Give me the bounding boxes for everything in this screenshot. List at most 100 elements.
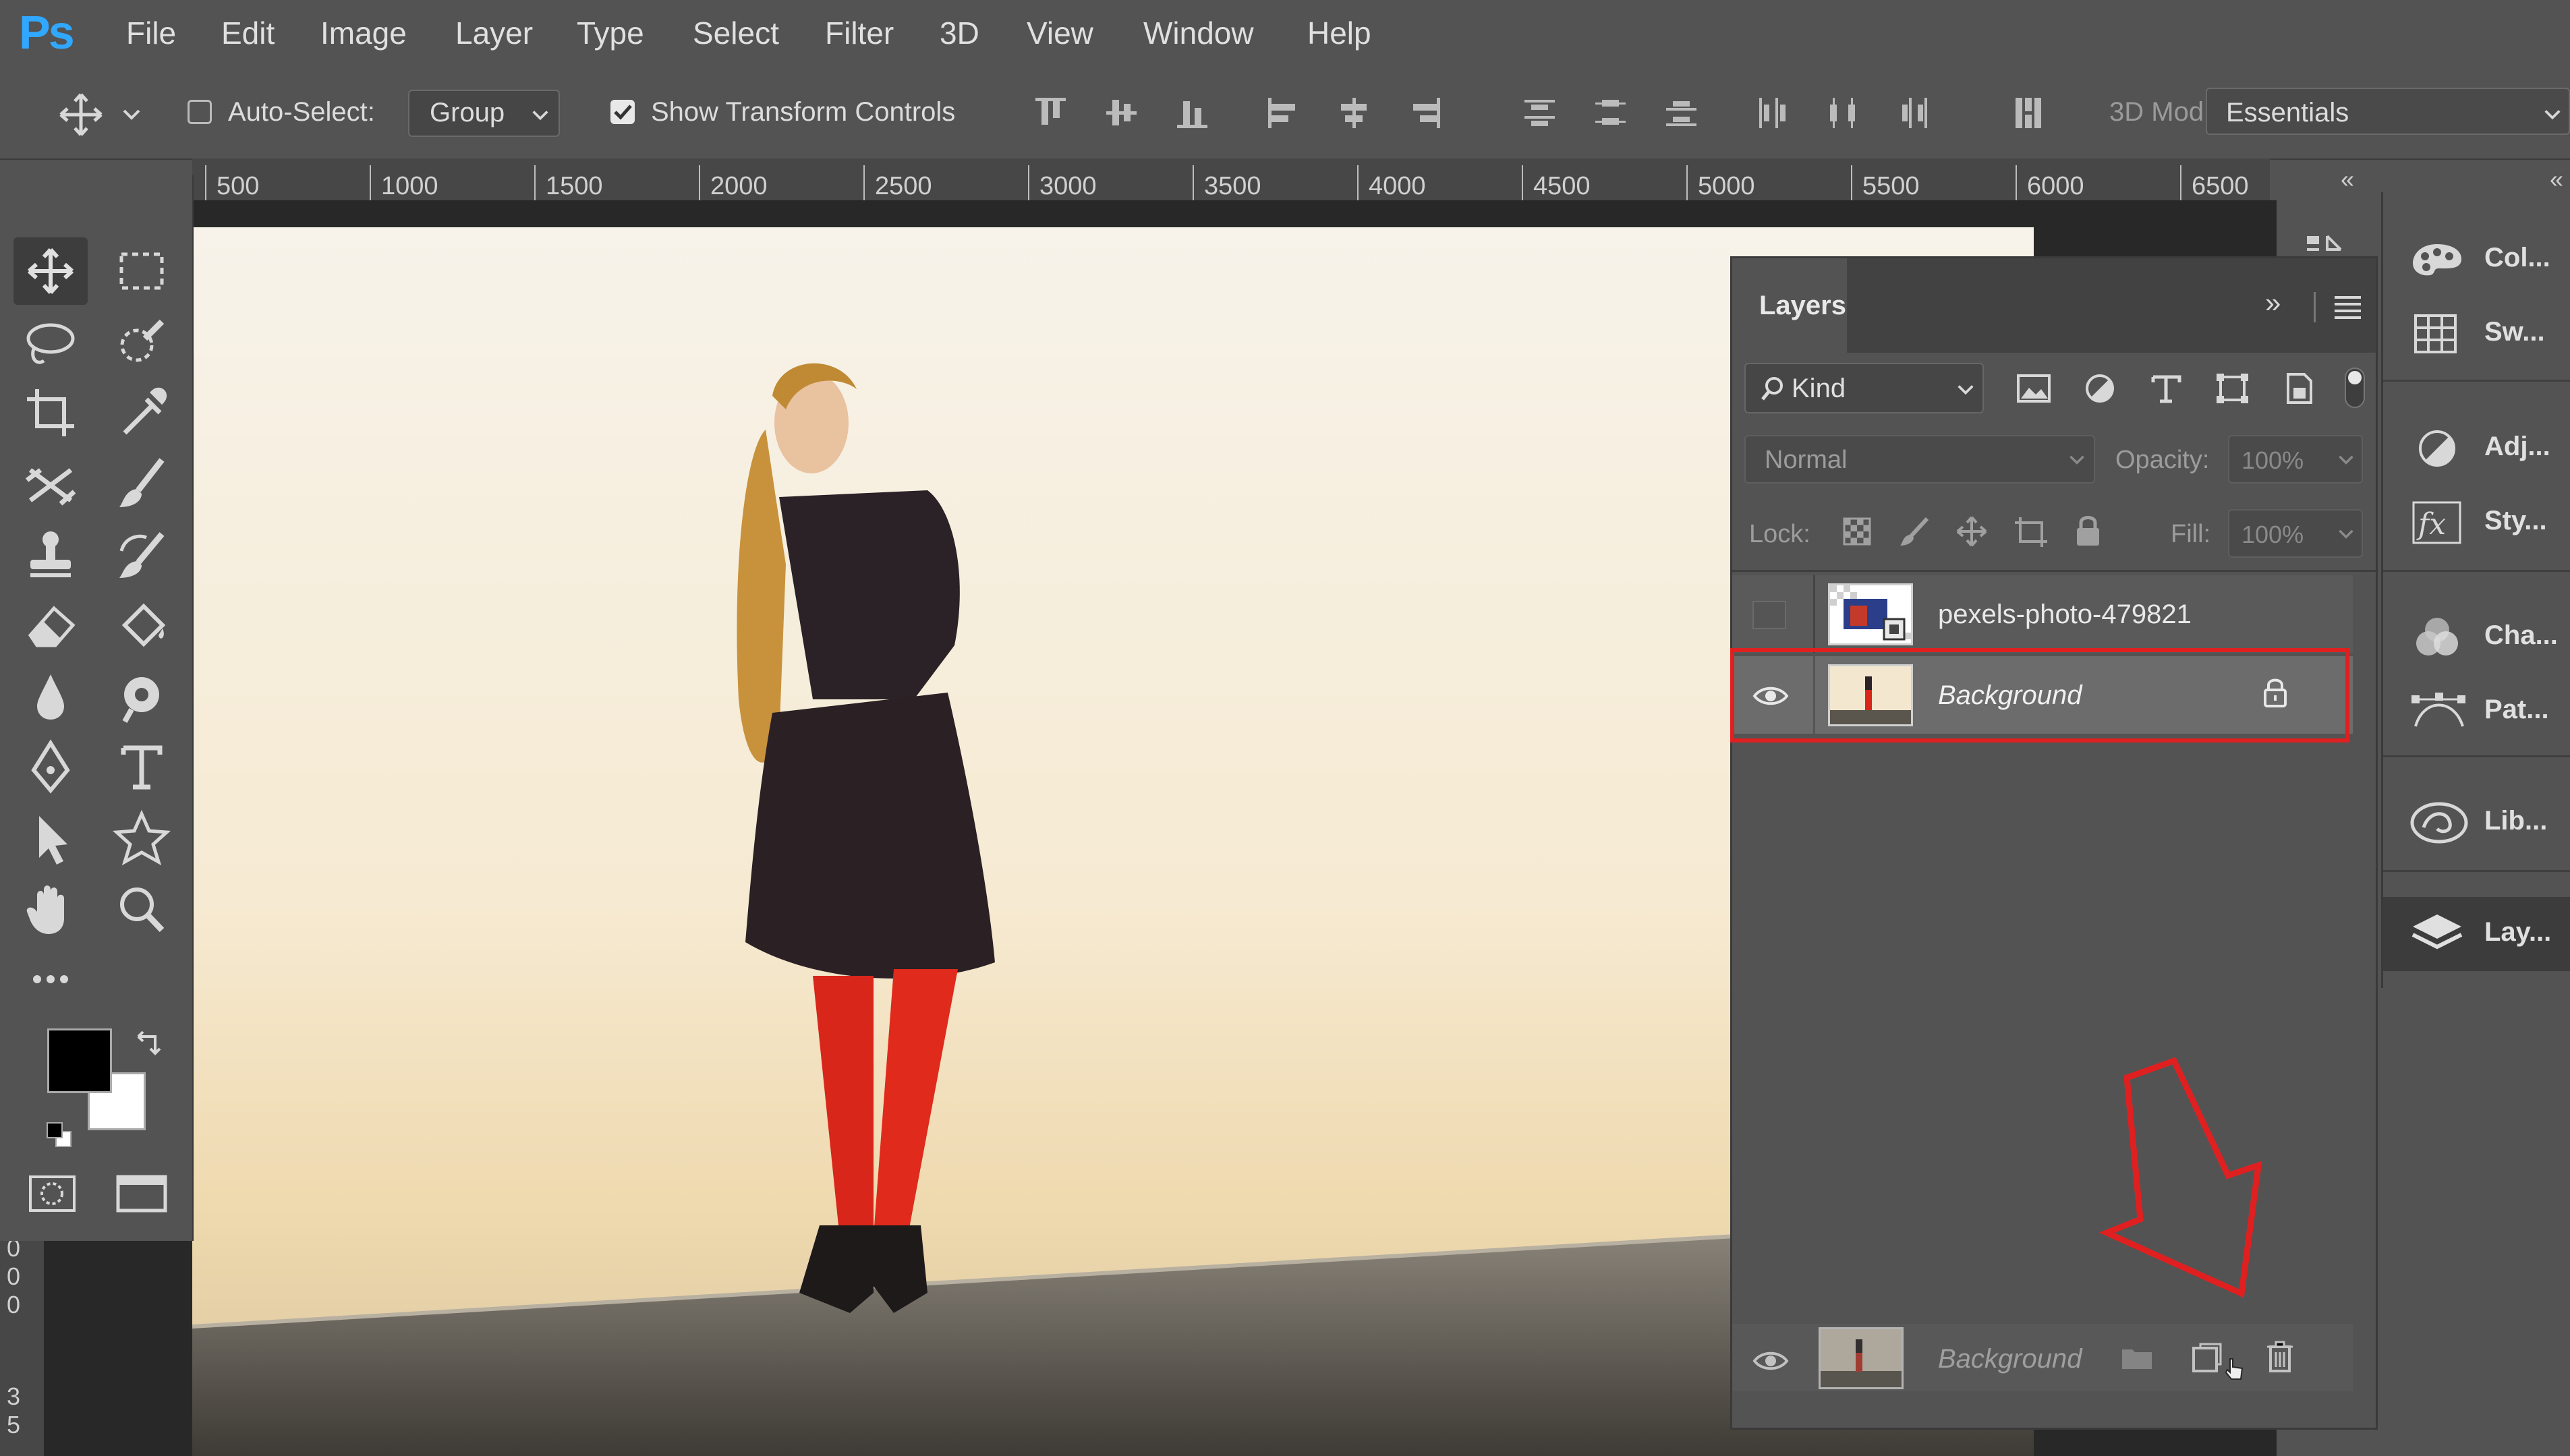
swap-colors-icon[interactable]: [132, 1026, 165, 1060]
collapse-double-chevron-icon[interactable]: »: [2265, 287, 2281, 319]
distribute-bottom-icon[interactable]: [1663, 94, 1700, 132]
lock-label: Lock:: [1749, 520, 1810, 548]
distribute-vcenter-icon[interactable]: [1592, 94, 1629, 132]
layer-row[interactable]: pexels-photo-479821: [1732, 575, 2353, 653]
menu-image[interactable]: Image: [320, 15, 407, 51]
menu-type[interactable]: Type: [577, 15, 644, 51]
distribute-left-icon[interactable]: [1754, 94, 1791, 132]
collapse-dock-icon[interactable]: «: [2550, 165, 2563, 194]
quick-mask-icon[interactable]: [27, 1173, 78, 1214]
menu-edit[interactable]: Edit: [221, 15, 275, 51]
hand-tool-icon[interactable]: [13, 875, 88, 942]
eyedropper-tool-icon[interactable]: [105, 379, 179, 446]
pen-tool-icon[interactable]: [13, 733, 88, 800]
healing-brush-tool-icon[interactable]: [13, 450, 88, 517]
history-brush-tool-icon[interactable]: [105, 521, 179, 588]
menu-view[interactable]: View: [1027, 15, 1093, 51]
dock-item-paths[interactable]: Pat...: [2383, 674, 2570, 749]
dock-item-channels[interactable]: Cha...: [2383, 600, 2570, 674]
move-tool-icon[interactable]: [57, 91, 105, 138]
fill-field[interactable]: 100%: [2228, 509, 2363, 558]
menu-filter[interactable]: Filter: [825, 15, 894, 51]
lock-transparency-icon[interactable]: [1840, 515, 1874, 548]
adjustments-icon: [2417, 428, 2457, 469]
shape-layer-filter-icon[interactable]: [2214, 372, 2251, 405]
path-selection-tool-icon[interactable]: [13, 804, 88, 871]
tab-layers[interactable]: Layers: [1732, 258, 1847, 353]
auto-select-checkbox[interactable]: [188, 100, 212, 124]
dock-label: Lib...: [2484, 806, 2548, 836]
panel-dock: Col... Sw... Adj... fx Sty... Cha... Pat…: [2381, 192, 2570, 988]
delete-layer-trash-icon[interactable]: [2265, 1339, 2295, 1374]
screen-mode-icon[interactable]: [115, 1173, 169, 1214]
align-top-icon[interactable]: [1032, 94, 1069, 132]
show-transform-checkbox[interactable]: [610, 100, 635, 124]
lock-pixels-brush-icon[interactable]: [1897, 515, 1931, 548]
new-group-folder-icon[interactable]: [2120, 1344, 2154, 1371]
collapse-panels-icon[interactable]: «: [2341, 165, 2354, 194]
dock-item-color[interactable]: Col...: [2383, 223, 2570, 297]
type-tool-icon[interactable]: [105, 733, 179, 800]
menu-help[interactable]: Help: [1307, 15, 1371, 51]
menu-file[interactable]: File: [126, 15, 176, 51]
align-right-icon[interactable]: [1406, 94, 1444, 132]
menu-layer[interactable]: Layer: [455, 15, 533, 51]
svg-text:fx: fx: [2416, 507, 2446, 542]
opacity-field[interactable]: 100%: [2228, 435, 2363, 484]
menu-select[interactable]: Select: [693, 15, 779, 51]
layer-filter-dropdown[interactable]: Kind: [1744, 363, 1984, 413]
new-layer-icon[interactable]: [2191, 1343, 2223, 1374]
clone-stamp-tool-icon[interactable]: [13, 521, 88, 588]
align-left-icon[interactable]: [1265, 94, 1302, 132]
dock-item-layers-active[interactable]: Lay...: [2383, 897, 2570, 971]
marquee-tool-icon[interactable]: [105, 237, 179, 305]
distribute-right-icon[interactable]: [1895, 94, 1933, 132]
default-colors-icon[interactable]: [44, 1119, 74, 1150]
blur-tool-icon[interactable]: [13, 662, 88, 730]
blend-mode-dropdown[interactable]: Normal: [1744, 435, 2095, 484]
ruler-tick: 5500: [1862, 172, 1920, 200]
workspace-dropdown[interactable]: Essentials: [2206, 88, 2570, 135]
type-layer-filter-icon[interactable]: [2148, 372, 2185, 405]
custom-shape-tool-icon[interactable]: [105, 804, 179, 871]
crop-tool-icon[interactable]: [13, 379, 88, 446]
move-tool[interactable]: [13, 237, 88, 305]
distribute-hcenter-icon[interactable]: [1825, 94, 1862, 132]
menu-window[interactable]: Window: [1143, 15, 1254, 51]
panel-menu-icon[interactable]: [2333, 293, 2363, 320]
lasso-tool-icon[interactable]: [13, 308, 88, 376]
align-bottom-icon[interactable]: [1174, 94, 1211, 132]
ruler-tick: 3: [7, 1382, 21, 1410]
lock-all-icon[interactable]: [2073, 513, 2103, 548]
align-hcenter-icon[interactable]: [1336, 94, 1373, 132]
dock-item-libraries[interactable]: Lib...: [2383, 786, 2570, 860]
adjustment-layer-filter-icon[interactable]: [2082, 372, 2119, 405]
dock-item-styles[interactable]: fx Sty...: [2383, 486, 2570, 560]
lock-position-move-icon[interactable]: [1955, 515, 1989, 548]
quick-selection-tool-icon[interactable]: [105, 308, 179, 376]
auto-select-dropdown[interactable]: Group: [408, 90, 560, 137]
zoom-tool-icon[interactable]: [105, 875, 179, 942]
smart-object-filter-icon[interactable]: [2280, 372, 2317, 405]
align-vcenter-icon[interactable]: [1103, 94, 1140, 132]
foreground-color-swatch[interactable]: [47, 1028, 112, 1093]
chevron-down-icon[interactable]: [121, 105, 142, 125]
layers-panel-header: Layers »: [1732, 258, 2376, 353]
eraser-tool-icon[interactable]: [13, 591, 88, 659]
paint-bucket-tool-icon[interactable]: [105, 591, 179, 659]
dock-item-swatches[interactable]: Sw...: [2383, 297, 2570, 371]
brush-tool-icon[interactable]: [105, 450, 179, 517]
dock-item-adjustments[interactable]: Adj...: [2383, 411, 2570, 486]
menu-3d[interactable]: 3D: [940, 15, 979, 51]
filter-toggle-switch[interactable]: [2345, 368, 2365, 408]
distribute-top-icon[interactable]: [1521, 94, 1558, 132]
layer-name[interactable]: pexels-photo-479821: [1938, 600, 2192, 630]
visibility-toggle-empty[interactable]: [1752, 601, 1786, 629]
lock-artboard-icon[interactable]: [2012, 515, 2049, 548]
pixel-layer-filter-icon[interactable]: [2016, 372, 2053, 405]
dock-label: Pat...: [2484, 695, 2549, 724]
auto-align-icon[interactable]: [2010, 94, 2047, 132]
more-tools-icon[interactable]: [13, 945, 88, 1013]
dodge-tool-icon[interactable]: [105, 662, 179, 730]
panel-arrange-icon[interactable]: [2290, 196, 2368, 256]
